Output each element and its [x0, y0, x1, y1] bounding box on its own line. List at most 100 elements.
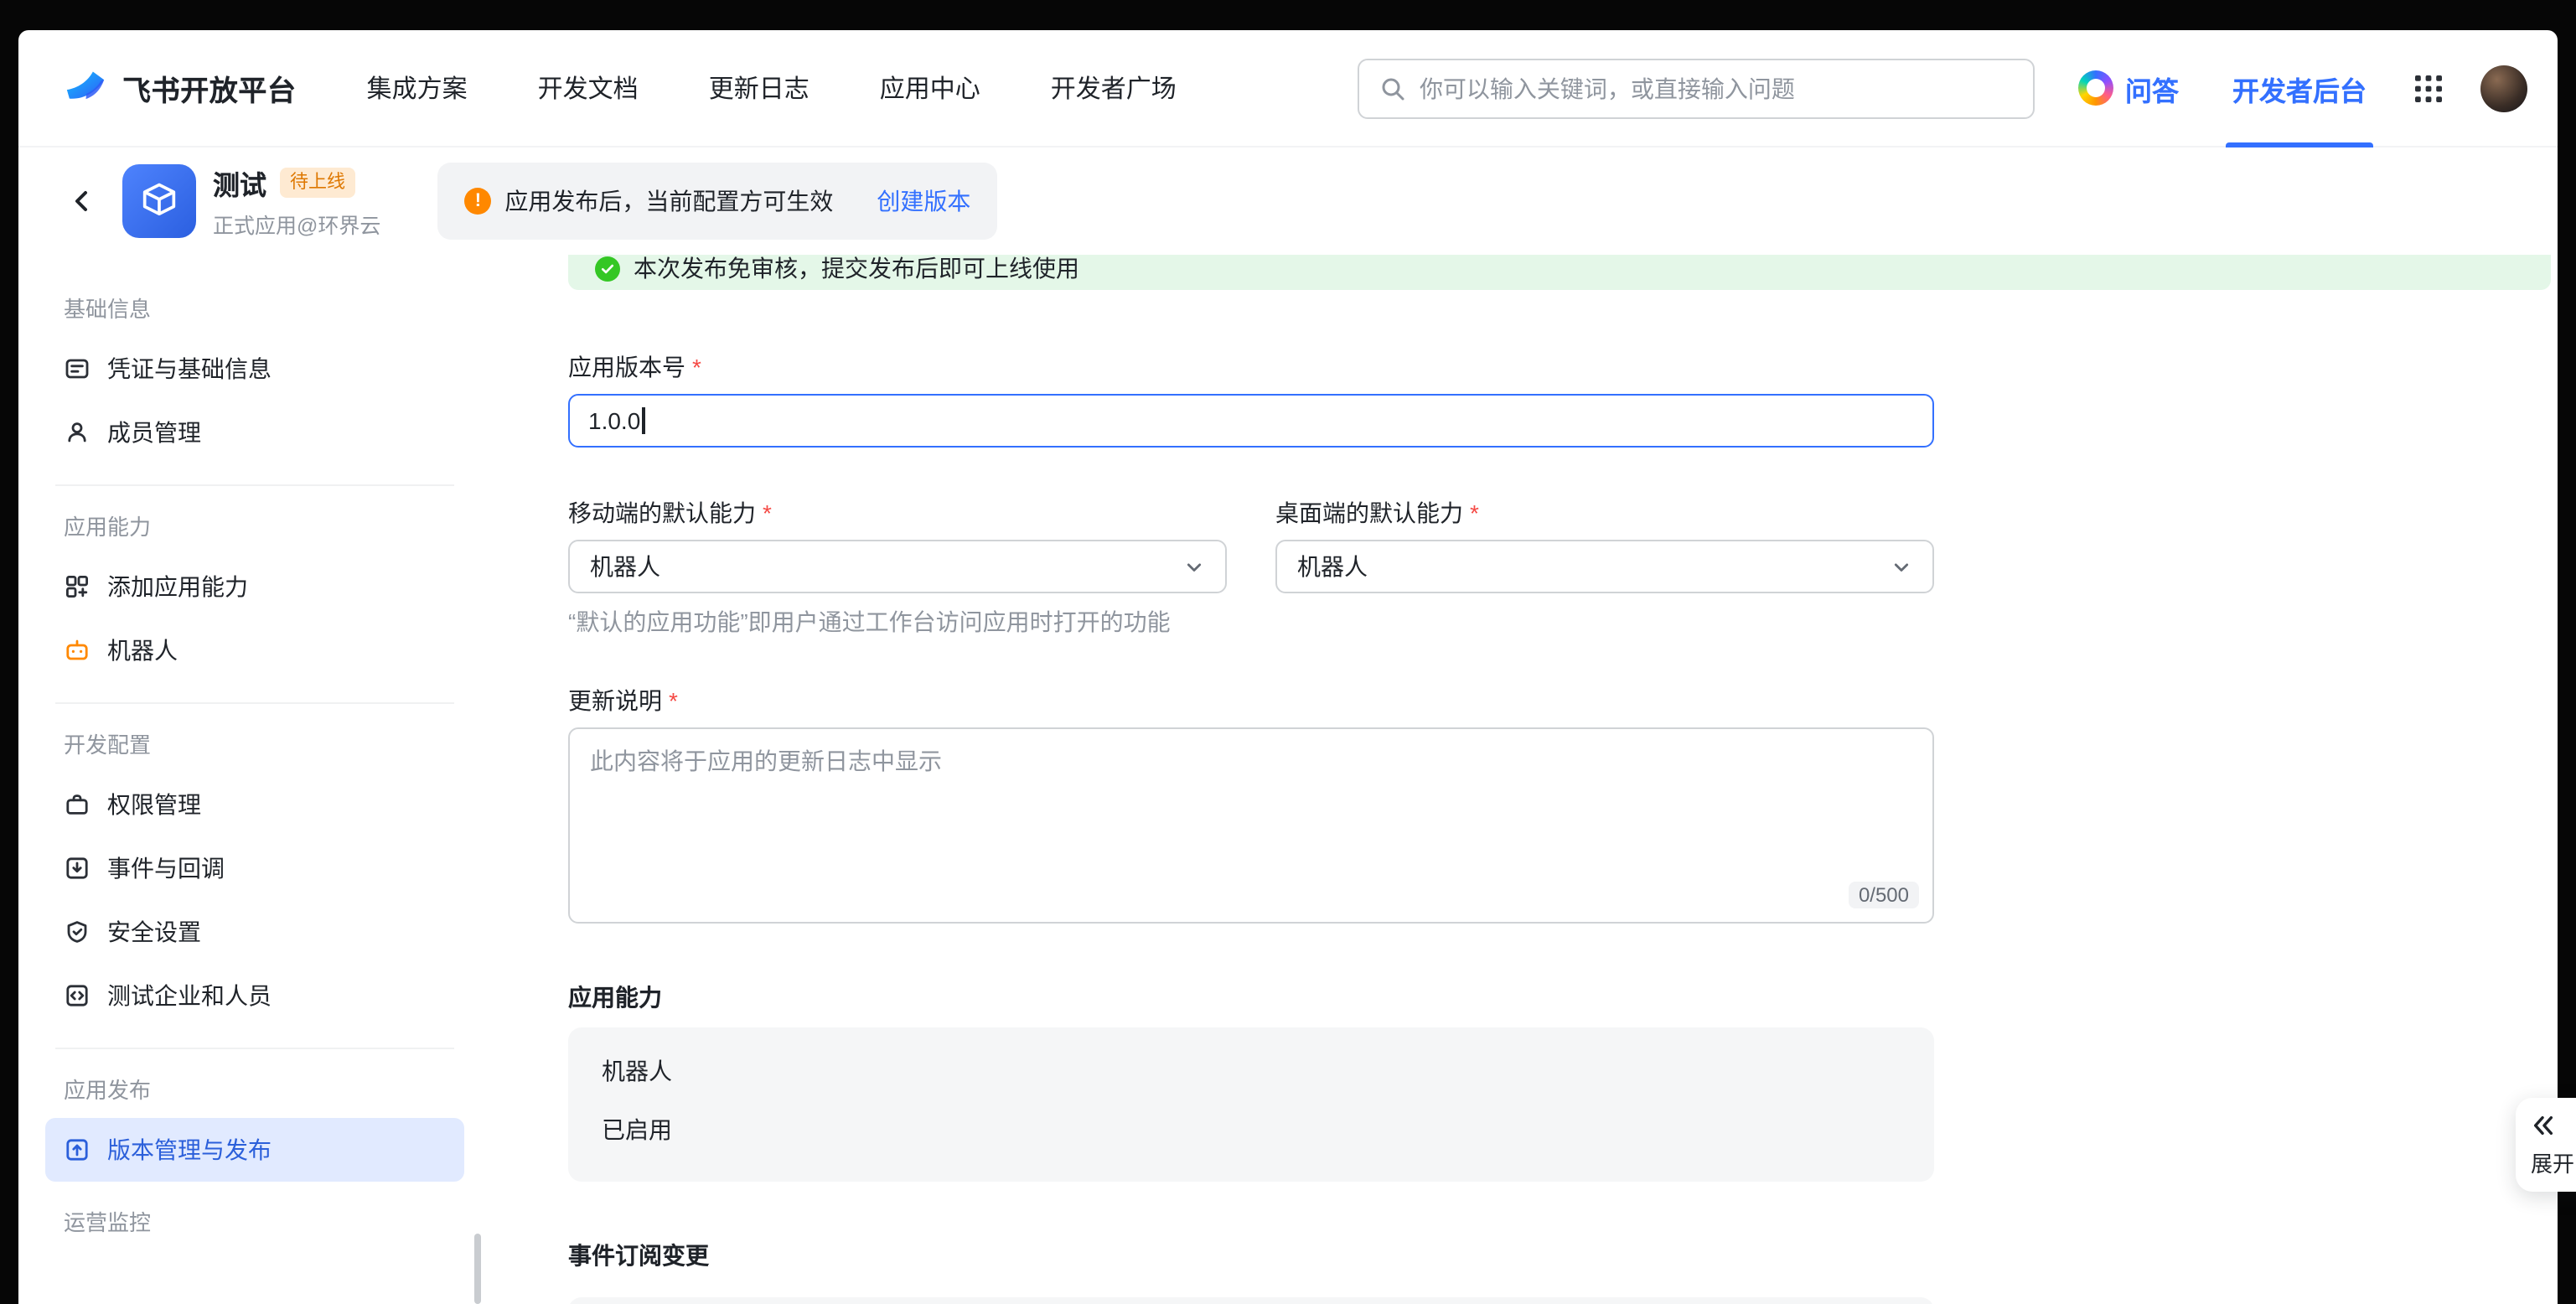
publish-alert-banner: 应用发布后，当前配置方可生效 创建版本	[437, 163, 997, 240]
events-panel	[568, 1297, 1934, 1304]
logo-text: 飞书开放平台	[122, 67, 297, 109]
desktop-capability-select[interactable]: 机器人	[1275, 540, 1934, 593]
app-subtitle: 正式应用@环界云	[213, 208, 380, 240]
version-value: 1.0.0	[588, 407, 640, 434]
update-notes-label: 更新说明	[568, 684, 1934, 717]
chevron-down-icon	[1183, 556, 1205, 577]
capability-section-title: 应用能力	[568, 981, 1934, 1014]
qa-ring-icon	[2078, 70, 2113, 106]
sidebar-section-dev-config: 开发配置	[45, 727, 464, 759]
screen: 飞书开放平台 集成方案 开发文档 更新日志 应用中心 开发者广场 问答	[0, 0, 2576, 1304]
sidebar-item-members[interactable]: 成员管理	[45, 401, 464, 464]
sidebar-section-release: 应用发布	[45, 1073, 464, 1105]
success-banner-text: 本次发布免审核，提交发布后即可上线使用	[634, 255, 1079, 282]
main-content: 本次发布免审核，提交发布后即可上线使用 应用版本号 1.0.0 移动端的默认能力…	[484, 255, 2558, 1304]
cube-icon	[137, 179, 181, 223]
events-section-title: 事件订阅变更	[568, 1239, 1934, 1272]
sidebar-item-credentials[interactable]: 凭证与基础信息	[45, 337, 464, 401]
success-banner: 本次发布免审核，提交发布后即可上线使用	[568, 255, 2551, 290]
briefcase-icon	[64, 791, 91, 818]
mobile-capability-value: 机器人	[590, 550, 660, 583]
capability-hint: “默认的应用功能”即用户通过工作台访问应用时打开的功能	[568, 605, 1934, 639]
top-navigation: 飞书开放平台 集成方案 开发文档 更新日志 应用中心 开发者广场 问答	[18, 30, 2558, 147]
search-input[interactable]	[1420, 75, 2013, 101]
sidebar-section-capabilities: 应用能力	[45, 510, 464, 541]
sidebar-section-monitoring: 运营监控	[45, 1205, 464, 1237]
desktop-capability-value: 机器人	[1297, 550, 1368, 583]
app-header-bar: 测试 待上线 正式应用@环界云 应用发布后，当前配置方可生效 创建版本	[18, 147, 2558, 255]
id-card-icon	[64, 355, 91, 382]
nav-item-solutions[interactable]: 集成方案	[367, 70, 468, 106]
sidebar-item-label: 测试企业和人员	[107, 979, 272, 1012]
expand-label: 展开	[2531, 1146, 2576, 1178]
alert-text: 应用发布后，当前配置方可生效	[504, 184, 833, 218]
version-input[interactable]: 1.0.0	[568, 394, 1934, 448]
apps-grid-icon[interactable]	[2413, 73, 2444, 103]
chevron-left-icon	[69, 188, 96, 215]
warning-icon	[464, 188, 491, 215]
upload-box-icon	[64, 1136, 91, 1163]
capability-panel: 机器人 已启用	[568, 1027, 1934, 1182]
search-icon	[1379, 75, 1406, 101]
nav-item-app-center[interactable]: 应用中心	[880, 70, 980, 106]
sidebar-item-bot[interactable]: 机器人	[45, 618, 464, 682]
sidebar-item-version-release[interactable]: 版本管理与发布	[45, 1118, 464, 1182]
sidebar-item-label: 版本管理与发布	[107, 1133, 272, 1167]
person-icon	[64, 419, 91, 446]
desktop-capability-label: 桌面端的默认能力	[1275, 496, 1934, 530]
sidebar-item-add-capability[interactable]: 添加应用能力	[45, 555, 464, 618]
sidebar-item-permissions[interactable]: 权限管理	[45, 773, 464, 836]
sidebar-divider	[55, 484, 454, 486]
sidebar-scrollbar[interactable]	[474, 1234, 481, 1304]
release-form: 应用版本号 1.0.0 移动端的默认能力 机器人	[568, 350, 1934, 1304]
sidebar-item-label: 凭证与基础信息	[107, 352, 272, 386]
char-counter: 0/500	[1849, 882, 1919, 908]
feishu-logo-icon	[62, 65, 109, 111]
sidebar-section-basic: 基础信息	[45, 292, 464, 323]
grid-dots-icon	[2413, 73, 2444, 103]
chevron-down-icon	[1891, 556, 1912, 577]
code-brackets-icon	[64, 982, 91, 1009]
sidebar-item-security[interactable]: 安全设置	[45, 900, 464, 964]
sidebar-divider	[55, 702, 454, 704]
sidebar-item-test-org[interactable]: 测试企业和人员	[45, 964, 464, 1027]
user-avatar[interactable]	[2480, 65, 2527, 111]
double-chevron-left-icon	[2531, 1113, 2556, 1138]
qa-link[interactable]: 问答	[2078, 68, 2179, 108]
create-version-link[interactable]: 创建版本	[877, 184, 970, 218]
mobile-capability-select[interactable]: 机器人	[568, 540, 1227, 593]
nav-item-changelog[interactable]: 更新日志	[709, 70, 810, 106]
tab-developer-console[interactable]: 开发者后台	[2232, 30, 2367, 147]
capability-status: 已启用	[602, 1113, 1901, 1146]
text-caret	[642, 407, 644, 434]
qa-label: 问答	[2125, 68, 2179, 108]
app-icon	[122, 164, 196, 238]
app-meta: 测试 待上线 正式应用@环界云	[213, 163, 380, 240]
browser-content: 飞书开放平台 集成方案 开发文档 更新日志 应用中心 开发者广场 问答	[18, 30, 2558, 1304]
version-label: 应用版本号	[568, 350, 1934, 384]
update-notes-textarea[interactable]	[568, 727, 1934, 924]
grid-plus-icon	[64, 573, 91, 600]
sidebar-item-label: 安全设置	[107, 915, 201, 949]
expand-panel-button[interactable]: 展开	[2516, 1098, 2576, 1192]
console-label: 开发者后台	[2232, 68, 2367, 108]
shield-check-icon	[64, 918, 91, 945]
app-name: 测试	[213, 163, 266, 203]
feishu-logo[interactable]: 飞书开放平台	[62, 65, 297, 111]
sidebar-item-label: 权限管理	[107, 788, 201, 821]
sidebar-item-label: 机器人	[107, 634, 178, 667]
global-search[interactable]	[1358, 58, 2035, 118]
sidebar-item-events-callbacks[interactable]: 事件与回调	[45, 836, 464, 900]
nav-item-dev-plaza[interactable]: 开发者广场	[1051, 70, 1177, 106]
nav-item-docs[interactable]: 开发文档	[538, 70, 639, 106]
sidebar-item-label: 事件与回调	[107, 851, 225, 885]
inbox-arrow-icon	[64, 855, 91, 882]
status-badge: 待上线	[280, 168, 355, 198]
sidebar-item-label: 添加应用能力	[107, 570, 248, 603]
robot-icon	[64, 637, 91, 664]
back-button[interactable]	[62, 181, 102, 221]
body-row: 基础信息 凭证与基础信息 成员管理 应用能力	[18, 255, 2558, 1304]
capability-name: 机器人	[602, 1054, 1901, 1088]
sidebar-item-label: 成员管理	[107, 416, 201, 449]
sidebar: 基础信息 凭证与基础信息 成员管理 应用能力	[18, 255, 484, 1304]
